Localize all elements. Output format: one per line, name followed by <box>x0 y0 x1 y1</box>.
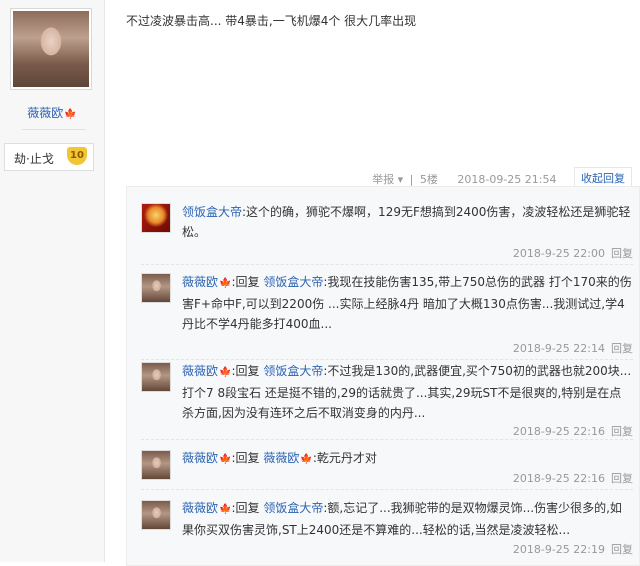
commenter-name[interactable]: 薇薇欧 <box>182 275 218 289</box>
commenter-avatar[interactable] <box>141 362 171 392</box>
comment-divider <box>141 264 633 266</box>
commenter-name[interactable]: 薇薇欧 <box>182 501 218 515</box>
post-content: 不过凌波暴击高... 带4暴击,一飞机爆4个 很大几率出现 <box>126 14 417 28</box>
floor-number: 5楼 <box>419 173 438 186</box>
reply-target-name[interactable]: 领饭盒大帝 <box>263 364 323 378</box>
tail-separator: | <box>409 173 414 186</box>
reply-link[interactable]: 回复 <box>611 472 633 485</box>
commenter-avatar[interactable] <box>141 203 171 233</box>
reply-word: :回复 <box>231 364 260 378</box>
commenter-avatar[interactable] <box>141 500 171 530</box>
comment-thread: 领饭盒大帝:这个的确，狮驼不爆啊，129无F想搞到2400伤害，凌波轻松还是狮驼… <box>126 186 640 566</box>
maple-leaf-icon: 🍁 <box>219 504 232 515</box>
comment-time: 2018-9-25 22:00 <box>512 247 605 260</box>
comment-divider <box>141 439 633 441</box>
author-avatar[interactable] <box>10 8 92 90</box>
comment-divider <box>141 489 633 491</box>
comment-text: :乾元丹才对 <box>312 451 377 465</box>
reply-word: :回复 <box>231 501 260 515</box>
maple-leaf-icon: 🍁 <box>300 454 313 465</box>
reply-link[interactable]: 回复 <box>611 342 633 355</box>
reply-target-name[interactable]: 领饭盒大帝 <box>263 275 323 289</box>
reply-link[interactable]: 回复 <box>611 543 633 556</box>
reply-link[interactable]: 回复 <box>611 425 633 438</box>
reply-link[interactable]: 回复 <box>611 247 633 260</box>
comment-time: 2018-9-25 22:19 <box>512 543 605 556</box>
reply-word: :回复 <box>231 451 260 465</box>
author-sidebar: 薇薇欧🍁 劫·止戈 10 <box>0 0 105 562</box>
maple-leaf-icon: 🍁 <box>219 278 232 289</box>
post-time: 2018-09-25 21:54 <box>457 173 557 186</box>
author-name-row: 薇薇欧🍁 <box>0 104 104 121</box>
rank-title: 劫·止戈 <box>14 152 54 166</box>
reply-word: :回复 <box>231 275 260 289</box>
comment-text: :这个的确，狮驼不爆啊，129无F想搞到2400伤害，凌波轻松还是狮驼轻松。 <box>182 205 631 239</box>
comment-time: 2018-9-25 22:16 <box>512 425 605 438</box>
sidebar-divider <box>22 129 86 130</box>
report-link[interactable]: 举报 ▾ <box>369 173 403 186</box>
commenter-avatar[interactable] <box>141 273 171 303</box>
commenter-avatar[interactable] <box>141 450 171 480</box>
maple-leaf-icon: 🍁 <box>64 109 77 120</box>
author-name-link[interactable]: 薇薇欧 <box>27 106 63 120</box>
commenter-name[interactable]: 薇薇欧 <box>182 451 218 465</box>
comment-time: 2018-9-25 22:16 <box>512 472 605 485</box>
level-badge: 10 <box>67 147 87 165</box>
maple-leaf-icon: 🍁 <box>219 367 232 378</box>
commenter-name[interactable]: 领饭盒大帝 <box>182 205 242 219</box>
commenter-name[interactable]: 薇薇欧 <box>182 364 218 378</box>
reply-target-name[interactable]: 薇薇欧 <box>263 451 299 465</box>
maple-leaf-icon: 🍁 <box>219 454 232 465</box>
comment-time: 2018-9-25 22:14 <box>512 342 605 355</box>
rank-box[interactable]: 劫·止戈 10 <box>4 143 94 171</box>
collapse-replies-button[interactable]: 收起回复 <box>574 167 632 188</box>
reply-target-name[interactable]: 领饭盒大帝 <box>263 501 323 515</box>
